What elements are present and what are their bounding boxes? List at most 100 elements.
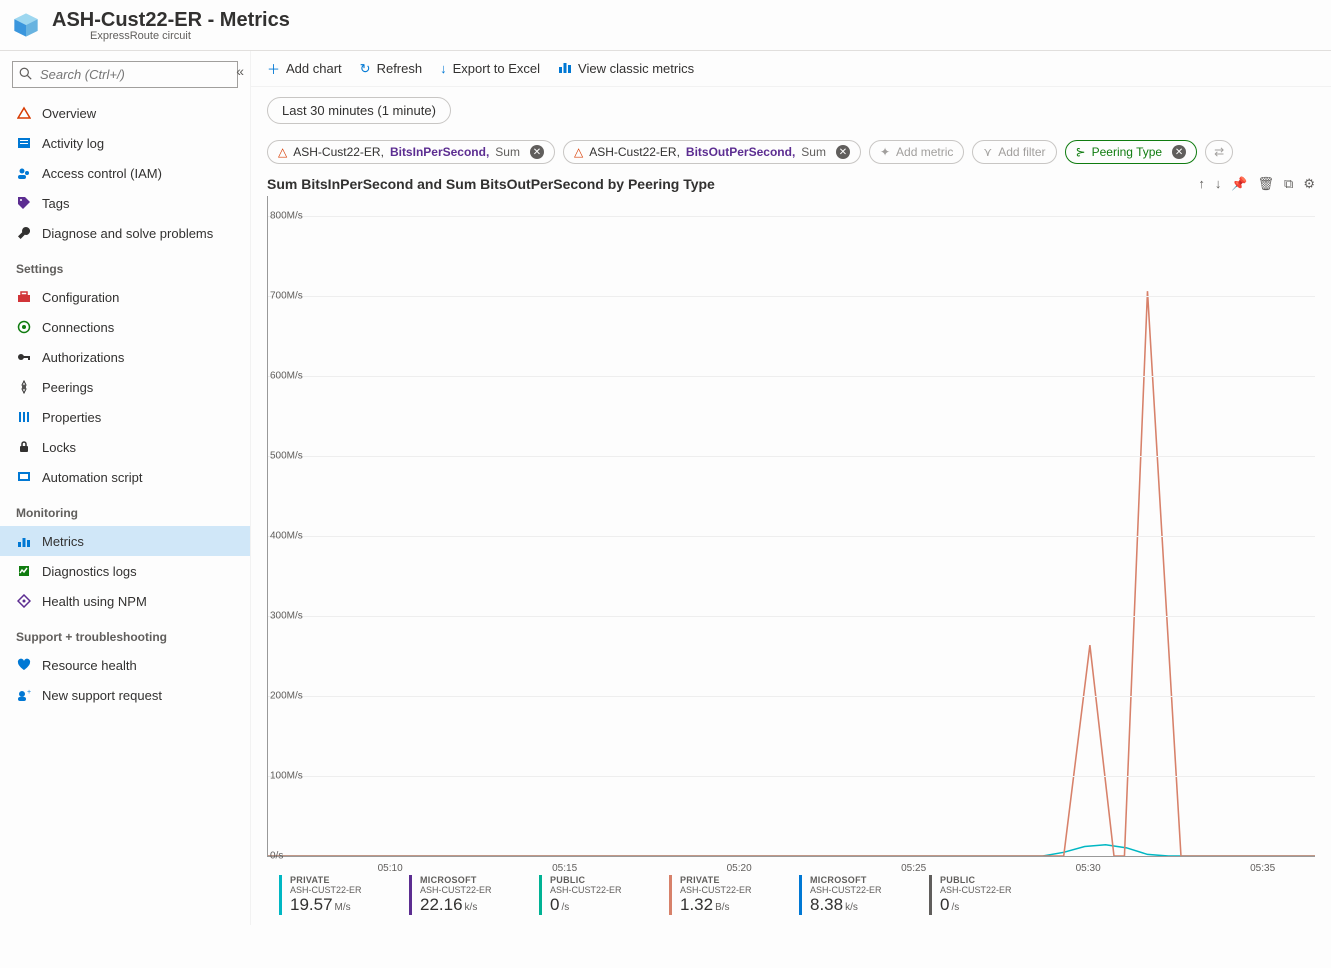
splitting-label: Peering Type [1092, 145, 1163, 159]
metric-chip-bitsout[interactable]: △ ASH-Cust22-ER, BitsOutPerSecond, Sum ✕ [563, 140, 861, 164]
x-axis-tick: 05:20 [727, 863, 752, 874]
legend-item[interactable]: PUBLICASH-CUST22-ER0/s [539, 875, 645, 915]
add-metric-label: Add metric [896, 145, 953, 159]
sidebar-item-authorizations[interactable]: Authorizations [0, 342, 250, 372]
y-axis-tick: 800M/s [270, 210, 303, 221]
sidebar-item-diagnose-and-solve-problems[interactable]: Diagnose and solve problems [0, 218, 250, 248]
x-axis-tick: 05:15 [552, 863, 577, 874]
sidebar-item-label: Metrics [42, 534, 84, 549]
script-icon [16, 469, 32, 485]
close-icon[interactable]: ✕ [530, 145, 544, 159]
page-title: ASH-Cust22-ER - Metrics [52, 8, 290, 32]
chip-agg: Sum [495, 145, 520, 159]
search-icon [19, 67, 32, 83]
sidebar-item-label: Connections [42, 320, 114, 335]
legend-item[interactable]: PRIVATEASH-CUST22-ER1.32B/s [669, 875, 775, 915]
sidebar-item-label: Locks [42, 440, 76, 455]
legend-resource: ASH-CUST22-ER [290, 885, 385, 895]
sidebar-item-connections[interactable]: Connections [0, 312, 250, 342]
sidebar-item-diagnostics-logs[interactable]: Diagnostics logs [0, 556, 250, 586]
sidebar-item-resource-health[interactable]: Resource health [0, 650, 250, 680]
sidebar-item-label: Automation script [42, 470, 142, 485]
refresh-label: Refresh [377, 61, 423, 76]
support-icon: + [16, 687, 32, 703]
move-down-icon[interactable]: ↓ [1215, 176, 1222, 192]
page-subtitle: ExpressRoute circuit [90, 30, 290, 42]
sidebar-item-label: Peerings [42, 380, 93, 395]
x-axis-tick: 05:25 [901, 863, 926, 874]
splitting-chip[interactable]: ⊱ Peering Type ✕ [1065, 140, 1198, 164]
chart-tools: ↑ ↓ 📌 🗑 ⧉ ⚙ [1198, 176, 1315, 192]
sidebar-item-label: Diagnose and solve problems [42, 226, 213, 241]
sidebar-item-peerings[interactable]: Peerings [0, 372, 250, 402]
search-input[interactable] [38, 66, 231, 83]
download-icon: ↓ [440, 61, 447, 76]
legend-category: PUBLIC [550, 875, 645, 885]
swap-axes-button[interactable]: ⇄ [1205, 140, 1233, 164]
sparkle-icon: ✦ [880, 145, 890, 159]
plus-icon: ＋ [267, 59, 280, 78]
grid-line [268, 456, 1315, 457]
add-filter-button[interactable]: ⋎ Add filter [972, 140, 1056, 164]
legend-item[interactable]: PUBLICASH-CUST22-ER0/s [929, 875, 1035, 915]
refresh-button[interactable]: ↻ Refresh [360, 61, 422, 77]
sidebar-item-locks[interactable]: Locks [0, 432, 250, 462]
collapse-icon[interactable]: « [236, 63, 244, 79]
lock-icon [16, 439, 32, 455]
sidebar-item-label: New support request [42, 688, 162, 703]
legend-item[interactable]: MICROSOFTASH-CUST22-ER22.16k/s [409, 875, 515, 915]
add-metric-button[interactable]: ✦ Add metric [869, 140, 964, 164]
sidebar-item-tags[interactable]: Tags [0, 188, 250, 218]
legend-item[interactable]: MICROSOFTASH-CUST22-ER8.38k/s [799, 875, 905, 915]
sidebar-item-health-using-npm[interactable]: Health using NPM [0, 586, 250, 616]
sidebar-item-activity-log[interactable]: Activity log [0, 128, 250, 158]
page-header: ASH-Cust22-ER - Metrics ExpressRoute cir… [0, 0, 1331, 51]
sidebar-group-title: Settings [0, 248, 250, 282]
delete-icon[interactable]: 🗑 [1258, 176, 1275, 192]
diagnostics-icon [16, 563, 32, 579]
properties-icon [16, 409, 32, 425]
legend-category: PRIVATE [290, 875, 385, 885]
sidebar-item-new-support-request[interactable]: + New support request [0, 680, 250, 710]
close-icon[interactable]: ✕ [836, 145, 850, 159]
toolbox-icon [16, 289, 32, 305]
sidebar-item-label: Properties [42, 410, 101, 425]
iam-icon [16, 165, 32, 181]
y-axis-tick: 0/s [270, 851, 283, 862]
swap-icon: ⇄ [1214, 145, 1224, 159]
legend-value: 0/s [550, 895, 645, 915]
sidebar-search[interactable] [12, 61, 238, 88]
close-icon[interactable]: ✕ [1172, 145, 1186, 159]
sidebar-item-overview[interactable]: Overview [0, 98, 250, 128]
sidebar-item-configuration[interactable]: Configuration [0, 282, 250, 312]
view-classic-button[interactable]: View classic metrics [558, 60, 694, 77]
settings-icon[interactable]: ⚙ [1303, 176, 1315, 192]
sidebar: « OverviewActivity logAccess control (IA… [0, 51, 251, 925]
sidebar-item-metrics[interactable]: Metrics [0, 526, 250, 556]
metric-chip-bitsin[interactable]: △ ASH-Cust22-ER, BitsInPerSecond, Sum ✕ [267, 140, 555, 164]
add-chart-label: Add chart [286, 61, 342, 76]
chip-metric: BitsInPerSecond, [390, 145, 489, 159]
key-icon [16, 349, 32, 365]
chip-resource: ASH-Cust22-ER, [293, 145, 384, 159]
sidebar-item-access-control-iam-[interactable]: Access control (IAM) [0, 158, 250, 188]
legend-category: PRIVATE [680, 875, 775, 885]
legend-resource: ASH-CUST22-ER [940, 885, 1035, 895]
chart-canvas[interactable]: 0/s100M/s200M/s300M/s400M/s500M/s600M/s7… [267, 196, 1315, 857]
copy-icon[interactable]: ⧉ [1284, 176, 1293, 192]
y-axis-tick: 600M/s [270, 370, 303, 381]
legend-category: PUBLIC [940, 875, 1035, 885]
pin-icon[interactable]: 📌 [1231, 176, 1247, 192]
x-axis-tick: 05:35 [1250, 863, 1275, 874]
add-chart-button[interactable]: ＋ Add chart [267, 59, 342, 78]
time-range-picker[interactable]: Last 30 minutes (1 minute) [267, 97, 451, 124]
chart-title: Sum BitsInPerSecond and Sum BitsOutPerSe… [267, 176, 715, 192]
legend-item[interactable]: PRIVATEASH-CUST22-ER19.57M/s [279, 875, 385, 915]
move-up-icon[interactable]: ↑ [1198, 176, 1205, 192]
sidebar-item-automation-script[interactable]: Automation script [0, 462, 250, 492]
export-button[interactable]: ↓ Export to Excel [440, 61, 540, 76]
y-axis-tick: 300M/s [270, 610, 303, 621]
grid-line [268, 376, 1315, 377]
sidebar-item-properties[interactable]: Properties [0, 402, 250, 432]
legend-resource: ASH-CUST22-ER [550, 885, 645, 895]
